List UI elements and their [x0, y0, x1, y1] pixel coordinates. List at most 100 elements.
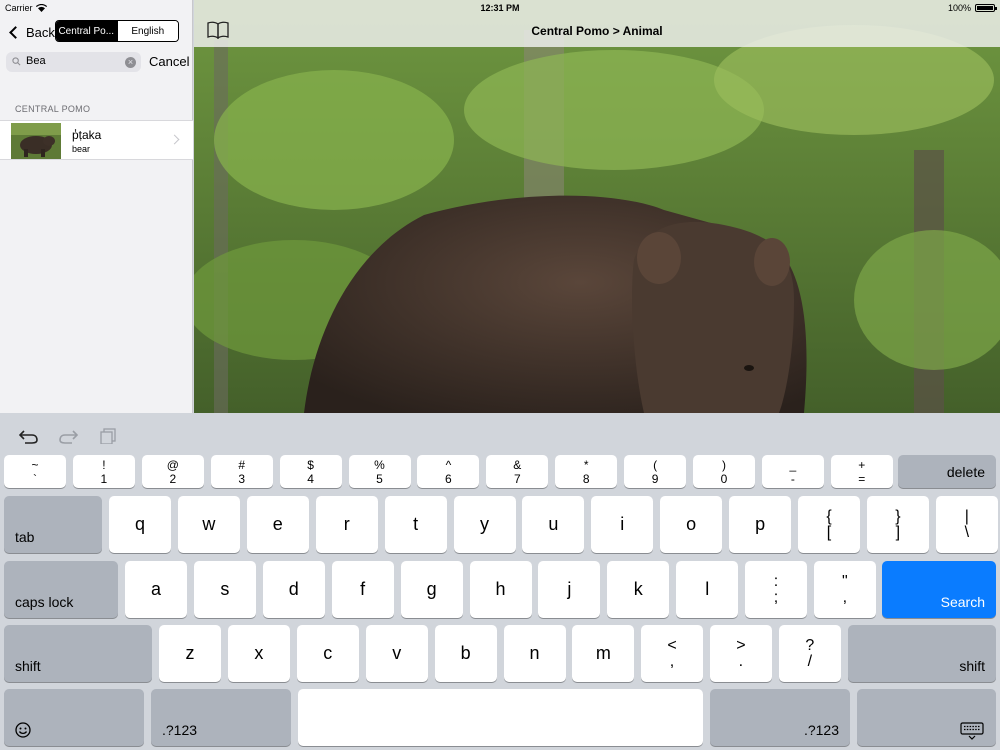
- key-6-bottom: 6: [445, 471, 452, 486]
- search-box[interactable]: ×: [6, 52, 141, 72]
- shift-right-key[interactable]: shift: [848, 625, 996, 682]
- key-x[interactable]: x: [227, 625, 290, 682]
- key-sym12-top: +: [858, 457, 866, 472]
- key-t[interactable]: t: [384, 496, 447, 553]
- key-angle-0[interactable]: <,: [641, 625, 703, 682]
- undo-icon[interactable]: [19, 428, 39, 444]
- segment-central-pomo[interactable]: Central Po...: [56, 21, 117, 41]
- key-y[interactable]: y: [453, 496, 516, 553]
- key-d[interactable]: d: [262, 561, 325, 618]
- key-sym0[interactable]: ~ `: [4, 455, 66, 488]
- key-k-label: k: [633, 579, 643, 599]
- key-1-top: !: [102, 457, 106, 472]
- numbers-right-key-label: .?123: [803, 722, 839, 738]
- key-punct-1-bottom: ,: [842, 588, 848, 606]
- key-p[interactable]: p: [729, 496, 792, 553]
- key-sym11-bottom: -: [790, 471, 795, 486]
- key-3-bottom: 3: [238, 471, 246, 486]
- key-sym11[interactable]: _ -: [761, 455, 824, 488]
- key-1-bottom: 1: [100, 471, 108, 486]
- key-l[interactable]: l: [676, 561, 739, 618]
- key-8-top: *: [583, 457, 589, 472]
- battery-percent: 100%: [947, 3, 971, 13]
- key-sym11-top: _: [789, 457, 797, 472]
- key-5[interactable]: % 5: [348, 455, 411, 488]
- key-l-label: l: [705, 579, 710, 599]
- key-bracket-1[interactable]: }]: [866, 496, 929, 553]
- key-8-bottom: 8: [582, 471, 590, 486]
- key-s[interactable]: s: [193, 561, 256, 618]
- key-b[interactable]: b: [434, 625, 497, 682]
- key-6[interactable]: ^ 6: [417, 455, 480, 488]
- key-q[interactable]: q: [109, 496, 171, 553]
- key-z[interactable]: z: [159, 625, 221, 682]
- caps-lock-key[interactable]: caps lock: [4, 561, 118, 618]
- key-o-label: o: [686, 514, 697, 534]
- key-7-top: &: [513, 457, 522, 472]
- key-angle-1[interactable]: >.: [709, 625, 772, 682]
- search-key[interactable]: Search: [882, 561, 996, 618]
- key-6-top: ^: [445, 457, 452, 472]
- key-3-top: #: [238, 457, 246, 472]
- bear-photo: [194, 0, 1000, 413]
- numbers-left-key[interactable]: .?123: [151, 689, 291, 746]
- key-bracket-0[interactable]: {[: [798, 496, 860, 553]
- key-i[interactable]: i: [591, 496, 654, 553]
- paste-icon[interactable]: [98, 428, 118, 444]
- sidebar-header: Back Central Po... English: [0, 17, 193, 47]
- list-item[interactable]: p̓ṭaka bear: [0, 120, 193, 160]
- key-punct-0[interactable]: :;: [745, 561, 807, 618]
- key-y-label: y: [480, 514, 489, 534]
- key-j[interactable]: j: [538, 561, 601, 618]
- key-a[interactable]: a: [125, 561, 187, 618]
- key-bracket-2[interactable]: | \: [935, 496, 998, 553]
- key-3[interactable]: #3: [210, 455, 273, 488]
- shift-left-key-label: shift: [15, 658, 41, 674]
- emoji-key[interactable]: [4, 689, 144, 746]
- key-u-label: u: [548, 514, 559, 534]
- caps-lock-key-label: caps lock: [15, 594, 74, 610]
- key-v-label: v: [392, 643, 402, 663]
- key-o[interactable]: o: [660, 496, 723, 553]
- key-h[interactable]: h: [469, 561, 532, 618]
- key-angle-2-bottom: /: [807, 652, 813, 670]
- key-angle-2-top: ?: [805, 636, 815, 654]
- key-e[interactable]: e: [246, 496, 309, 553]
- key-g[interactable]: g: [400, 561, 463, 618]
- key-m[interactable]: m: [572, 625, 635, 682]
- key-w[interactable]: w: [177, 496, 240, 553]
- key-r[interactable]: r: [315, 496, 378, 553]
- key-k[interactable]: k: [607, 561, 670, 618]
- space-key[interactable]: [298, 689, 703, 746]
- key-0[interactable]: ) 0: [693, 455, 755, 488]
- key-a-label: a: [150, 579, 161, 599]
- numbers-right-key[interactable]: .?123: [710, 689, 850, 746]
- key-g-label: g: [426, 579, 437, 599]
- key-2[interactable]: @2: [141, 455, 204, 488]
- key-8[interactable]: * 8: [555, 455, 618, 488]
- key-v[interactable]: v: [365, 625, 428, 682]
- back-button[interactable]: Back: [8, 22, 55, 42]
- key-9[interactable]: (9: [624, 455, 687, 488]
- key-4[interactable]: $4: [279, 455, 342, 488]
- key-u[interactable]: u: [522, 496, 585, 553]
- redo-icon[interactable]: [58, 428, 78, 444]
- delete-key[interactable]: delete: [898, 455, 996, 488]
- segment-english[interactable]: English: [116, 21, 178, 41]
- key-f[interactable]: f: [331, 561, 394, 618]
- key-sym12[interactable]: + =: [830, 455, 893, 488]
- key-punct-1[interactable]: ",: [813, 561, 876, 618]
- dismiss-keyboard-key[interactable]: [857, 689, 996, 746]
- key-7[interactable]: & 7: [486, 455, 549, 488]
- key-c[interactable]: c: [296, 625, 359, 682]
- cancel-button[interactable]: Cancel: [149, 54, 189, 69]
- chevron-left-icon: [9, 25, 22, 39]
- key-n[interactable]: n: [503, 625, 566, 682]
- shift-left-key[interactable]: shift: [4, 625, 152, 682]
- tab-key[interactable]: tab: [4, 496, 102, 553]
- key-angle-2[interactable]: ? /: [778, 625, 841, 682]
- clear-icon[interactable]: ×: [125, 57, 136, 68]
- key-1[interactable]: ! 1: [72, 455, 135, 488]
- key-f-label: f: [360, 579, 366, 599]
- search-input[interactable]: [26, 55, 121, 67]
